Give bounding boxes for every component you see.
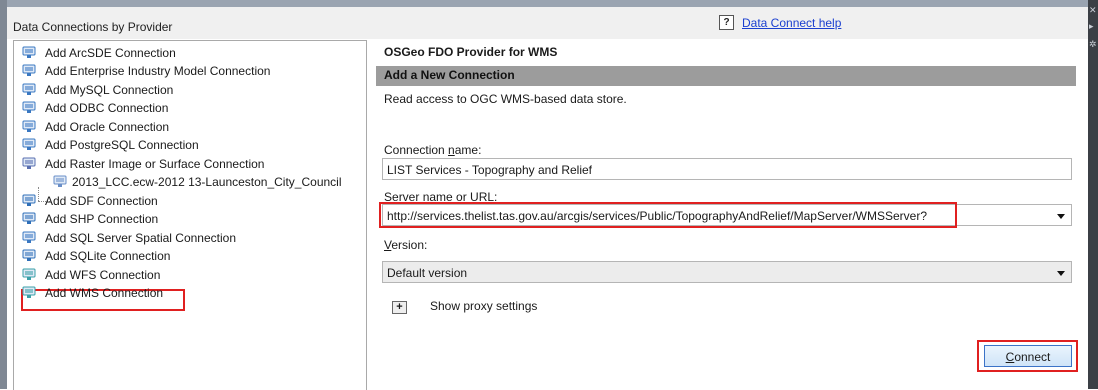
provider-title: OSGeo FDO Provider for WMS (384, 45, 558, 59)
show-proxy-settings-label[interactable]: Show proxy settings (430, 299, 537, 313)
connection-name-label: Connection name: (384, 143, 482, 157)
tree-item-label: Add WFS Connection (45, 268, 161, 282)
tree-item-label: Add ODBC Connection (45, 101, 169, 115)
server-url-highlight-box (379, 202, 957, 228)
panel-title: Data Connections by Provider (13, 20, 173, 34)
proxy-expand-icon[interactable]: + (392, 301, 407, 314)
provider-tree[interactable]: Add ArcSDE Connection Add Enterprise Indu… (13, 40, 367, 390)
database-connection-icon (22, 120, 37, 133)
file-connection-icon (22, 249, 37, 262)
window-frame-top (0, 0, 1090, 7)
tree-item-label: Add MySQL Connection (45, 83, 174, 97)
version-label: Version: (384, 238, 428, 252)
file-connection-icon (22, 212, 37, 225)
raster-file-icon (53, 175, 68, 188)
connection-name-input[interactable]: LIST Services - Topography and Relief (382, 158, 1072, 180)
web-service-icon (22, 268, 37, 281)
tree-item-label: 2013_LCC.ecw-2012 13-Launceston_City_Cou… (72, 175, 342, 189)
database-connection-icon (22, 64, 37, 77)
connection-panel: OSGeo FDO Provider for WMS Add a New Con… (370, 40, 1088, 389)
database-connection-icon (22, 83, 37, 96)
tree-item-label: Add Oracle Connection (45, 120, 170, 134)
tree-item-label: Add SQLite Connection (45, 249, 171, 263)
database-connection-icon (22, 101, 37, 114)
database-connection-icon (22, 46, 37, 59)
tree-item-label: Add SHP Connection (45, 212, 159, 226)
data-connect-help-link[interactable]: Data Connect help (742, 16, 841, 30)
database-connection-icon (22, 231, 37, 244)
tree-item-label: Add ArcSDE Connection (45, 46, 176, 60)
web-service-icon (22, 286, 37, 299)
file-connection-icon (22, 194, 37, 207)
version-value: Default version (387, 266, 468, 280)
tree-item-label: Add Raster Image or Surface Connection (45, 157, 265, 171)
settings-icon[interactable]: ✲ (1089, 40, 1097, 49)
section-title: Add a New Connection (384, 68, 515, 82)
window-frame-left (0, 0, 7, 389)
tree-item-label: Add Enterprise Industry Model Connection (45, 64, 271, 78)
close-icon[interactable]: ✕ (1089, 6, 1097, 15)
provider-description: Read access to OGC WMS-based data store. (384, 92, 627, 106)
tree-item-label: Add SQL Server Spatial Connection (45, 231, 236, 245)
pin-icon[interactable]: ▸ (1089, 22, 1094, 31)
tree-connector (38, 187, 40, 201)
connect-button[interactable]: Connect (984, 345, 1072, 367)
tree-item-label: Add SDF Connection (45, 194, 158, 208)
tree-item-label: Add PostgreSQL Connection (45, 138, 199, 152)
tree-item-label: Add WMS Connection (45, 286, 164, 300)
chevron-down-icon[interactable] (1057, 271, 1065, 276)
side-panel-strip[interactable]: ✕ ▸ ✲ (1088, 0, 1098, 389)
version-dropdown[interactable]: Default version (382, 261, 1072, 283)
database-connection-icon (22, 138, 37, 151)
chevron-down-icon[interactable] (1057, 214, 1065, 219)
raster-connection-icon (22, 157, 37, 170)
help-icon[interactable]: ? (719, 15, 734, 30)
